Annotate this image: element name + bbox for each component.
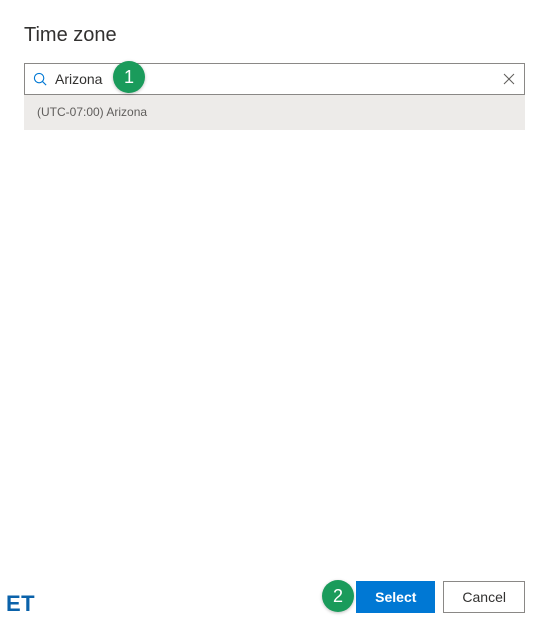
clear-icon[interactable] xyxy=(494,73,524,85)
search-icon xyxy=(25,72,55,87)
dialog-footer: Select Cancel xyxy=(0,565,549,637)
dialog-header: Time zone xyxy=(0,0,549,63)
cancel-button[interactable]: Cancel xyxy=(443,581,525,613)
dialog-title: Time zone xyxy=(24,24,525,47)
annotation-marker-2: 2 xyxy=(322,580,354,612)
search-box[interactable] xyxy=(24,63,525,95)
result-item[interactable]: (UTC-07:00) Arizona xyxy=(24,95,525,130)
watermark: ET xyxy=(6,591,35,617)
select-button[interactable]: Select xyxy=(356,581,435,613)
annotation-marker-1: 1 xyxy=(113,61,145,93)
dialog-content: (UTC-07:00) Arizona xyxy=(0,63,549,130)
